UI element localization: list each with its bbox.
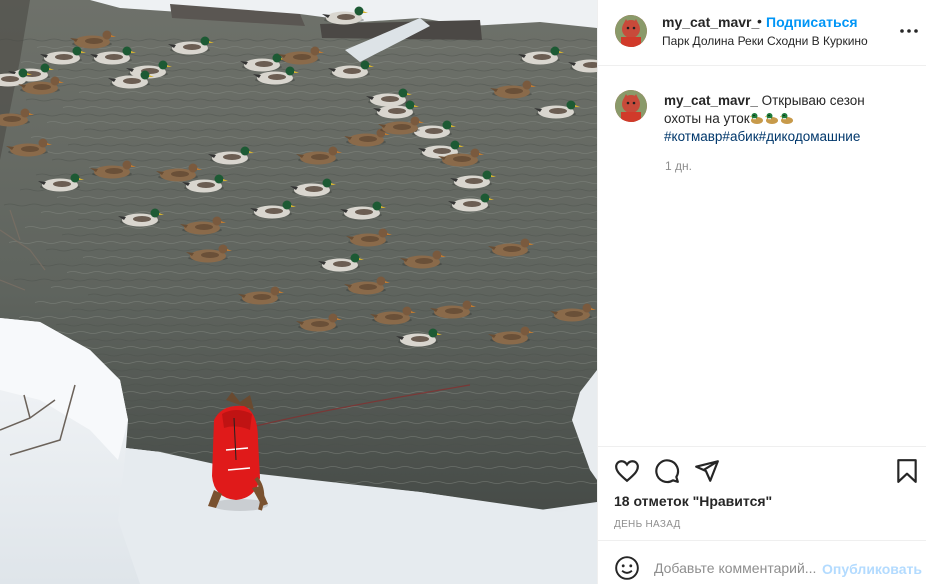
comment-input[interactable] [654,555,818,581]
post-photo[interactable] [0,0,597,584]
duck-emoji-icon [779,113,793,124]
bookmark-icon[interactable] [894,458,920,484]
author-username[interactable]: my_cat_mavr_ [662,14,759,30]
likes-count[interactable]: 18 отметок "Нравится" [614,493,772,509]
post-header: my_cat_mavr_ • Подписаться Парк Долина Р… [598,0,926,66]
caption-author-avatar[interactable] [615,90,647,122]
separator-dot: • [757,13,762,29]
post-actions: 18 отметок "Нравится" ДЕНЬ НАЗАД [598,446,926,542]
follow-button[interactable]: Подписаться [766,14,858,30]
share-icon[interactable] [694,458,720,484]
caption-text-block: my_cat_mavr_ Открываю сезон охоты на уто… [664,92,894,146]
add-comment-bar: Опубликовать [598,540,926,584]
author-avatar[interactable] [615,15,647,47]
smiley-icon[interactable] [614,555,640,581]
heart-icon[interactable] [614,458,640,484]
post-location[interactable]: Парк Долина Реки Сходни В Куркино [662,34,868,48]
pond-scene-image [0,0,597,584]
duck-emoji-group [749,111,795,126]
more-horizontal-icon[interactable] [898,20,920,42]
post-date[interactable]: ДЕНЬ НАЗАД [614,519,681,530]
caption-username[interactable]: my_cat_mavr_ [664,93,758,108]
duck-emoji-icon [749,113,763,124]
publish-button[interactable]: Опубликовать [822,561,922,577]
caption-hashtags[interactable]: #котмавр#абик#дикодомашние [664,129,860,144]
duck-emoji-icon [764,113,778,124]
caption-time-ago[interactable]: 1 дн. [665,159,692,173]
comment-icon[interactable] [654,458,680,484]
post-side-panel: my_cat_mavr_ • Подписаться Парк Долина Р… [597,0,926,584]
